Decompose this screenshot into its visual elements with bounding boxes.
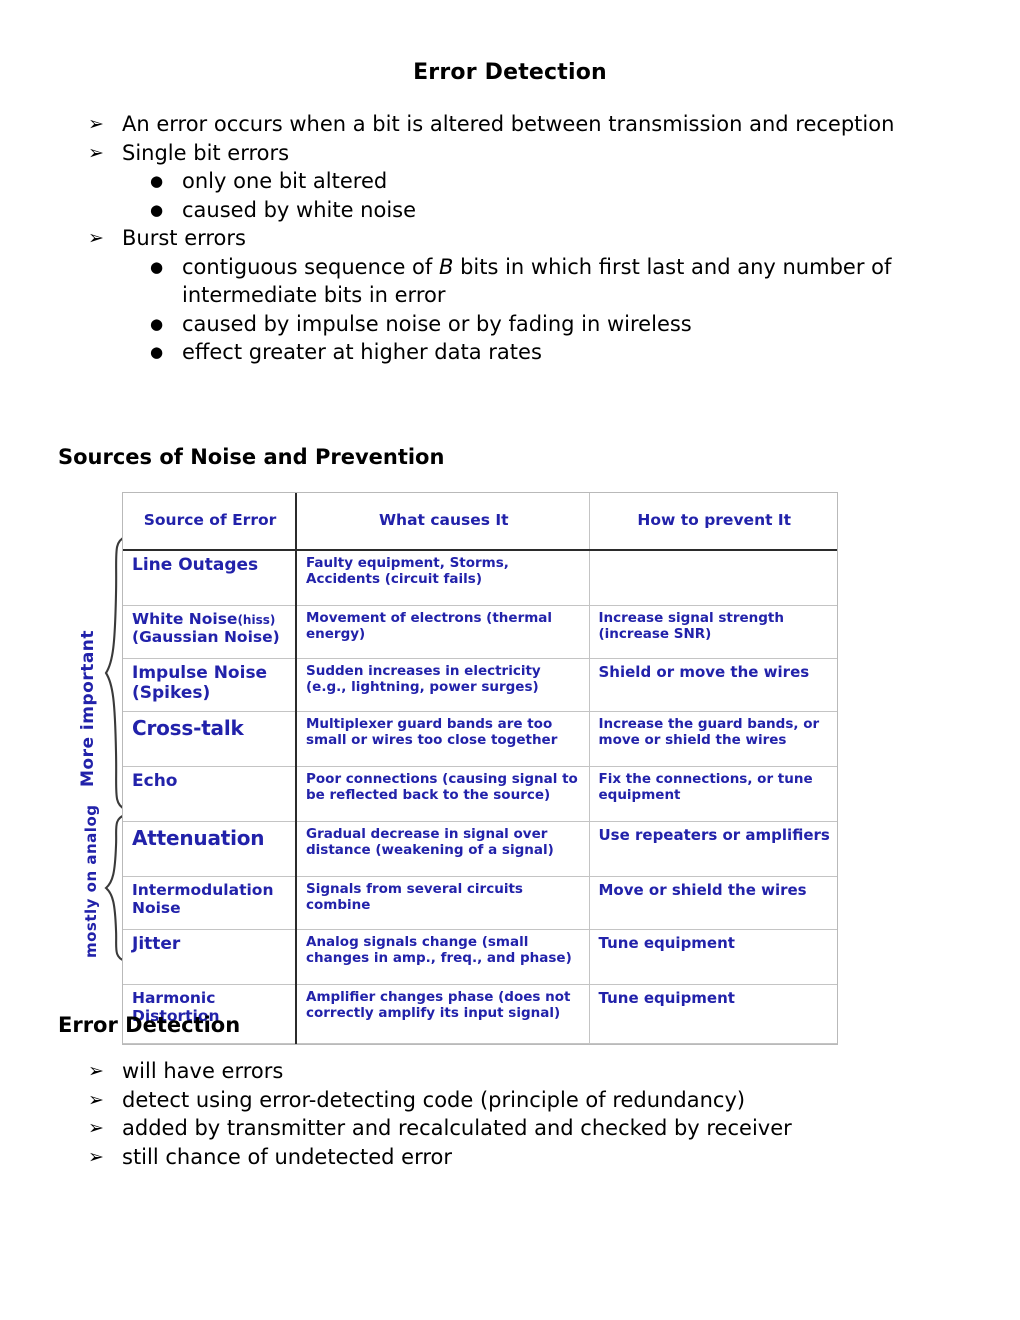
list-item: ● effect greater at higher data rates	[148, 338, 976, 367]
cell-source-subtext: (Gaussian Noise)	[132, 627, 280, 646]
cell-cause: Faulty equipment, Storms, Accidents (cir…	[296, 549, 590, 606]
list-item-text: Burst errors	[122, 226, 246, 250]
page-title: Error Detection	[413, 60, 607, 85]
table-row: Jitter Analog signals change (small chan…	[123, 929, 837, 985]
noise-sources-table: Source of Error What causes It How to pr…	[123, 493, 837, 1044]
list-item: ➢ will have errors	[88, 1057, 948, 1086]
cell-source-text: Intermodulation	[132, 881, 274, 899]
list-item-text: contiguous sequence of B bits in which f…	[182, 255, 891, 308]
list-item: ● only one bit altered	[148, 167, 976, 196]
arrow-bullet-icon: ➢	[88, 113, 104, 135]
column-header-how-to-prevent-it: How to prevent It	[589, 493, 837, 551]
cell-prevent: Fix the connections, or tune equipment	[589, 766, 837, 822]
cell-source-subtext: Noise	[132, 898, 181, 917]
section-heading-error-detection: Error Detection	[58, 1013, 241, 1037]
cell-prevent: Shield or move the wires	[589, 658, 837, 712]
cell-prevent: Use repeaters or amplifiers	[589, 821, 837, 877]
column-header-what-causes-it: What causes It	[296, 493, 590, 551]
cell-cause: Analog signals change (small changes in …	[296, 929, 590, 985]
column-header-source-of-error: Source of Error	[123, 493, 297, 551]
cell-source: Cross-talk	[123, 711, 297, 767]
cell-source-text: Impulse Noise	[132, 663, 268, 683]
table-row: Impulse Noise (Spikes) Sudden increases …	[123, 658, 837, 712]
cell-prevent: Tune equipment	[589, 929, 837, 985]
cell-source: Impulse Noise (Spikes)	[123, 658, 297, 712]
list-item-text: will have errors	[122, 1059, 284, 1083]
cell-prevent: Increase signal strength (increase SNR)	[589, 605, 837, 659]
table-header-row: Source of Error What causes It How to pr…	[123, 493, 837, 551]
noise-sources-table-image: Source of Error What causes It How to pr…	[122, 492, 838, 1045]
table-row: Echo Poor connections (causing signal to…	[123, 766, 837, 822]
table-row: Attenuation Gradual decrease in signal o…	[123, 821, 837, 877]
cell-source: Attenuation	[123, 821, 297, 877]
list-item-text: caused by white noise	[182, 197, 417, 222]
cell-source-subtext: (Spikes)	[132, 682, 211, 703]
arrow-bullet-icon: ➢	[88, 141, 104, 164]
brace-label-mostly-on-analog: mostly on analog	[82, 804, 100, 959]
cell-prevent	[589, 549, 837, 606]
cell-cause: Movement of electrons (thermal energy)	[296, 605, 590, 659]
cell-prevent: Increase the guard bands, or move or shi…	[589, 711, 837, 767]
disc-bullet-icon: ●	[150, 343, 164, 361]
cell-source: White Noise(hiss) (Gaussian Noise)	[123, 605, 297, 659]
list-item-text: added by transmitter and recalculated an…	[122, 1116, 792, 1140]
section-heading-noise: Sources of Noise and Prevention	[58, 445, 445, 469]
list-item: ➢ Single bit errors	[88, 139, 976, 168]
table-row: Intermodulation Noise Signals from sever…	[123, 876, 837, 930]
cell-cause: Sudden increases in electricity (e.g., l…	[296, 658, 590, 712]
table-row: Cross-talk Multiplexer guard bands are t…	[123, 711, 837, 767]
disc-bullet-icon: ●	[150, 200, 164, 219]
cell-cause: Amplifier changes phase (does not correc…	[296, 984, 590, 1044]
table-row: White Noise(hiss) (Gaussian Noise) Movem…	[123, 605, 837, 659]
document-page: Error Detection ➢ An error occurs when a…	[0, 0, 1020, 1320]
arrow-bullet-icon: ➢	[88, 1117, 104, 1139]
list-item: ➢ detect using error-detecting code (pri…	[88, 1086, 948, 1115]
list-item: ● caused by impulse noise or by fading i…	[148, 310, 976, 339]
list-item: ➢ Burst errors	[88, 224, 976, 253]
list-item-text: detect using error-detecting code (princ…	[122, 1087, 746, 1112]
cell-prevent: Move or shield the wires	[589, 876, 837, 930]
list-item-text: An error occurs when a bit is altered be…	[122, 112, 895, 136]
arrow-bullet-icon: ➢	[88, 1088, 104, 1111]
list-item: ➢ An error occurs when a bit is altered …	[88, 110, 976, 139]
disc-bullet-icon: ●	[150, 172, 164, 190]
cell-source-text: Harmonic	[132, 989, 216, 1007]
cell-source-text: Attenuation	[132, 826, 265, 850]
arrow-bullet-icon: ➢	[88, 1145, 104, 1168]
cell-source-text: Cross-talk	[132, 716, 244, 740]
list-item: ● contiguous sequence of B bits in which…	[148, 253, 976, 310]
cell-source-text: Echo	[132, 771, 178, 791]
disc-bullet-icon: ●	[150, 314, 164, 333]
emphasis-variable: B	[438, 254, 454, 279]
disc-bullet-icon: ●	[150, 257, 164, 276]
cell-cause: Multiplexer guard bands are too small or…	[296, 711, 590, 767]
cell-cause: Poor connections (causing signal to be r…	[296, 766, 590, 822]
cell-cause: Signals from several circuits combine	[296, 876, 590, 930]
list-item-text: effect greater at higher data rates	[182, 340, 542, 364]
list-item-text: Single bit errors	[122, 140, 290, 165]
brace-label-more-important: More important	[78, 629, 98, 787]
list-item-text: still chance of undetected error	[122, 1144, 453, 1169]
table-row: Line Outages Faulty equipment, Storms, A…	[123, 549, 837, 606]
list-item-text: caused by impulse noise or by fading in …	[182, 311, 692, 336]
cell-source: Jitter	[123, 929, 297, 985]
list-item-text: only one bit altered	[182, 169, 388, 193]
cell-source: Echo	[123, 766, 297, 822]
arrow-bullet-icon: ➢	[88, 1060, 104, 1082]
cell-source-text: Jitter	[132, 934, 181, 954]
list-item: ● caused by white noise	[148, 196, 976, 225]
cell-source: Intermodulation Noise	[123, 876, 297, 930]
cell-source-text: Line Outages	[132, 555, 259, 575]
cell-cause: Gradual decrease in signal over distance…	[296, 821, 590, 877]
list-item: ➢ added by transmitter and recalculated …	[88, 1114, 948, 1143]
cell-source: Line Outages	[123, 549, 297, 606]
list-item: ➢ still chance of undetected error	[88, 1143, 948, 1172]
cell-prevent: Tune equipment	[589, 984, 837, 1044]
error-detection-list: ➢ will have errors ➢ detect using error-…	[88, 1057, 948, 1171]
text-before-emphasis: contiguous sequence of	[182, 254, 439, 279]
cell-source-note: (hiss)	[237, 613, 276, 627]
error-types-list: ➢ An error occurs when a bit is altered …	[88, 110, 976, 367]
cell-source-text: White Noise	[132, 610, 238, 628]
arrow-bullet-icon: ➢	[88, 227, 104, 249]
